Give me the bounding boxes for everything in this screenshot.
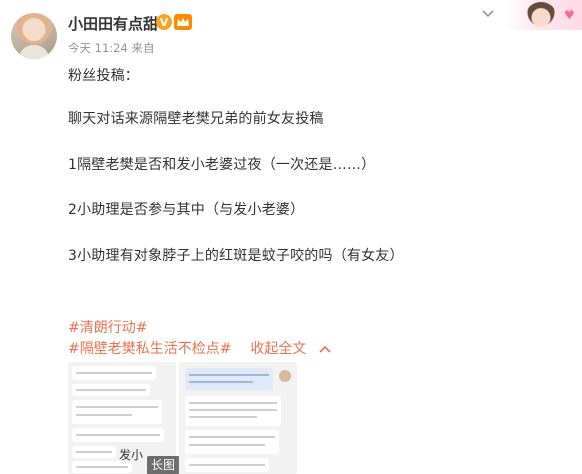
post-line-2: 聊天对话来源隔壁老樊兄弟的前女友投稿 [68, 111, 324, 127]
post-line-4: 2小助理是否参与其中（与发小老婆） [68, 202, 305, 218]
long-image-badge: 长图 [147, 456, 179, 474]
chevron-down-icon[interactable] [481, 9, 495, 19]
cartoon-face-icon [526, 2, 556, 28]
heart-icon: ♥ [564, 8, 575, 22]
verified-icon: V [156, 14, 172, 30]
post-line-3: 1隔壁老樊是否和发小老婆过夜（一次还是……） [68, 157, 376, 173]
image-gallery: 发小 [68, 362, 356, 474]
post-line-1: 粉丝投稿： [68, 68, 139, 84]
username[interactable]: 小田田有点甜 [68, 13, 158, 34]
collapse-button[interactable]: 收起全文 [250, 341, 306, 357]
topic-link-2[interactable]: #隔壁老樊私生活不检点# [68, 341, 231, 357]
vip-badges: V [156, 14, 192, 30]
vip-crown-icon [174, 14, 192, 30]
topic-row: #隔壁老樊私生活不检点# 收起全文 [68, 338, 331, 358]
decorative-banner: ♥ [506, 0, 582, 30]
post-meta: 今天 11:24 来自 [68, 41, 155, 55]
chat-screenshot-thumb-2[interactable] [179, 362, 297, 474]
chevron-up-icon[interactable] [319, 345, 331, 353]
topic-link-1[interactable]: #清朗行动# [68, 317, 147, 337]
thumb-overlay-text: 发小 [119, 448, 144, 462]
post-line-5: 3小助理有对象脖子上的红斑是蚊子咬的吗（有女友） [68, 248, 404, 264]
avatar[interactable] [11, 13, 57, 59]
